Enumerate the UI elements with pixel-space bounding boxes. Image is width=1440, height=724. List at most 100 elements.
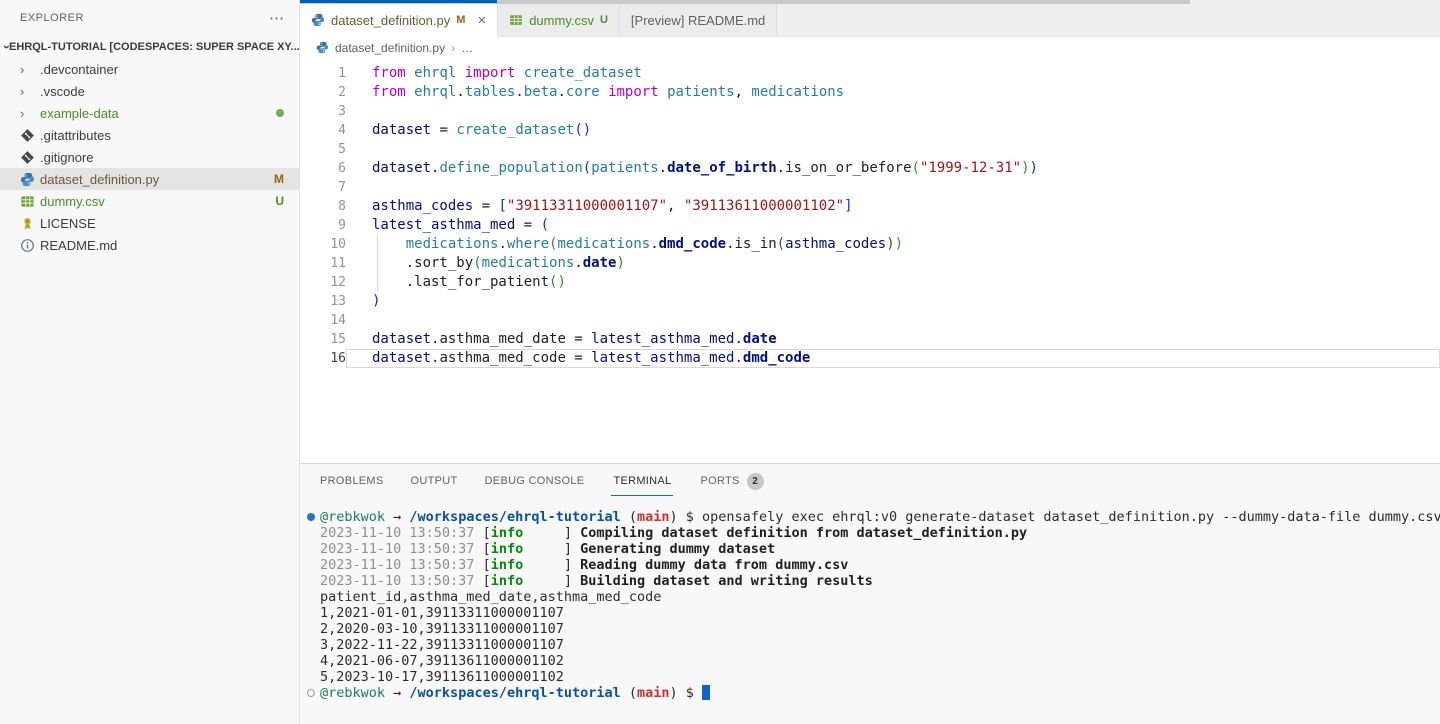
git-status-badge: [276, 106, 284, 120]
code-line[interactable]: 14: [300, 311, 1440, 330]
line-number: 6: [300, 159, 346, 178]
panel-tab-ports[interactable]: PORTS2: [700, 464, 763, 498]
explorer-sidebar: EXPLORER ⋯ › EHRQL-TUTORIAL [CODESPACES:…: [0, 0, 300, 724]
python-file-icon: [311, 13, 325, 27]
file-item--gitattributes[interactable]: .gitattributes: [0, 124, 299, 146]
code-line[interactable]: 1from ehrql import create_dataset: [300, 64, 1440, 83]
panel-tab-terminal[interactable]: TERMINAL: [611, 464, 673, 498]
panel-tab-label: PORTS: [700, 475, 739, 487]
terminal-prompt-line: @rebkwok → /workspaces/ehrql-tutorial (m…: [320, 685, 1440, 701]
terminal-output-line: 5,2023-10-17,39113611000001102: [320, 669, 1440, 685]
command-pending-icon: [307, 689, 315, 697]
file-item-dataset-definition-py[interactable]: dataset_definition.pyM: [0, 168, 299, 190]
terminal-output-line: 1,2021-01-01,39113311000001107: [320, 605, 1440, 621]
file-item-label: dummy.csv: [37, 194, 275, 209]
git-status-badge: U: [600, 14, 608, 26]
code-line-content: [346, 140, 1440, 159]
terminal-cursor: [702, 685, 710, 700]
terminal-log-line: 2023-11-10 13:50:37 [info ] Generating d…: [320, 541, 1440, 557]
git-status-badge: M: [456, 14, 465, 26]
file-tree: ›.devcontainer›.vscode›example-data.gita…: [0, 58, 299, 256]
workspace-title: EHRQL-TUTORIAL [CODESPACES: SUPER SPACE …: [9, 41, 299, 53]
code-line[interactable]: 7: [300, 178, 1440, 197]
file-item--vscode[interactable]: › .vscode: [0, 80, 299, 102]
code-line[interactable]: 11 .sort_by(medications.date): [300, 254, 1440, 273]
breadcrumb-file[interactable]: dataset_definition.py: [335, 41, 445, 55]
panel-tab-debug-console[interactable]: DEBUG CONSOLE: [485, 464, 585, 498]
file-item-dummy-csv[interactable]: dummy.csvU: [0, 190, 299, 212]
explorer-more-actions-icon[interactable]: ⋯: [269, 9, 285, 27]
file-item-license[interactable]: LICENSE: [0, 212, 299, 234]
terminal-prompt-line: @rebkwok → /workspaces/ehrql-tutorial (m…: [320, 509, 1440, 525]
file-item-label: .gitattributes: [37, 128, 299, 143]
code-line-content: .sort_by(medications.date): [346, 254, 1440, 273]
panel-tab-label: PROBLEMS: [320, 475, 384, 487]
code-line[interactable]: 8asthma_codes = ["39113311000001107", "3…: [300, 197, 1440, 216]
code-line[interactable]: 13): [300, 292, 1440, 311]
file-item-label: .vscode: [37, 84, 299, 99]
editor-tab-bar: dataset_definition.pyM×dummy.csvU[Previe…: [300, 0, 1440, 37]
close-icon[interactable]: ×: [477, 13, 486, 28]
terminal[interactable]: @rebkwok → /workspaces/ehrql-tutorial (m…: [300, 498, 1440, 724]
chevron-right-icon: ›: [20, 85, 24, 98]
panel-tab-label: TERMINAL: [611, 467, 673, 496]
bottom-panel: PROBLEMS OUTPUT DEBUG CONSOLE TERMINAL PORTS…: [300, 463, 1440, 724]
python-file-icon: [20, 172, 37, 187]
code-line[interactable]: 3: [300, 102, 1440, 121]
file-item--devcontainer[interactable]: ›.devcontainer: [0, 58, 299, 80]
csv-file-icon: [509, 13, 523, 27]
code-line[interactable]: 12 .last_for_patient(): [300, 273, 1440, 292]
file-item-readme-md[interactable]: README.md: [0, 234, 299, 256]
panel-tab-output[interactable]: OUTPUT: [411, 464, 458, 498]
line-number: 11: [300, 254, 346, 273]
git-status-badge: U: [275, 194, 284, 208]
tab-label: [Preview] README.md: [631, 13, 765, 28]
info-file-icon: [20, 238, 37, 253]
chevron-right-icon: ›: [20, 107, 24, 120]
code-line[interactable]: 9latest_asthma_med = (: [300, 216, 1440, 235]
line-number: 10: [300, 235, 346, 254]
python-file-icon: [316, 41, 329, 54]
panel-tab-problems[interactable]: PROBLEMS: [320, 464, 384, 498]
code-line[interactable]: 15dataset.asthma_med_date = latest_asthm…: [300, 330, 1440, 349]
panel-tab-label: OUTPUT: [411, 475, 458, 487]
file-item-label: .gitignore: [37, 150, 299, 165]
terminal-log-line: 2023-11-10 13:50:37 [info ] Compiling da…: [320, 525, 1440, 541]
code-editor[interactable]: 1from ehrql import create_dataset2from e…: [300, 58, 1440, 463]
panel-tab-bar: PROBLEMS OUTPUT DEBUG CONSOLE TERMINAL PORTS…: [300, 464, 1440, 498]
chevron-right-icon: ›: [20, 63, 24, 76]
vscode-window: EXPLORER ⋯ › EHRQL-TUTORIAL [CODESPACES:…: [0, 0, 1440, 724]
folder-chevron-icon: ›: [20, 85, 37, 98]
code-line[interactable]: 5: [300, 140, 1440, 159]
code-line[interactable]: 4dataset = create_dataset(): [300, 121, 1440, 140]
explorer-header: EXPLORER ⋯: [0, 0, 299, 36]
chevron-down-icon: ›: [0, 45, 14, 49]
line-number: 1: [300, 64, 346, 83]
line-number: 12: [300, 273, 346, 292]
terminal-output-line: 2,2020-03-10,39113311000001107: [320, 621, 1440, 637]
editor-tab-dataset-definition-py[interactable]: dataset_definition.pyM×: [300, 4, 498, 37]
git-file-icon: [20, 128, 37, 143]
code-line[interactable]: 16dataset.asthma_med_code = latest_asthm…: [300, 349, 1440, 368]
file-item--gitignore[interactable]: .gitignore: [0, 146, 299, 168]
code-line-content: dataset = create_dataset(): [346, 121, 1440, 140]
code-line-content: dataset.define_population(patients.date_…: [346, 159, 1440, 178]
breadcrumb-symbol[interactable]: …: [461, 41, 473, 55]
file-item-example-data[interactable]: ›example-data: [0, 102, 299, 124]
tab-label: dummy.csv: [529, 13, 594, 28]
folder-chevron-icon: ›: [20, 107, 37, 120]
code-line[interactable]: 2from ehrql.tables.beta.core import pati…: [300, 83, 1440, 102]
code-line[interactable]: 6dataset.define_population(patients.date…: [300, 159, 1440, 178]
code-line-content: latest_asthma_med = (: [346, 216, 1440, 235]
command-success-icon: [307, 513, 315, 521]
code-line-content: dataset.asthma_med_code = latest_asthma_…: [346, 349, 1440, 368]
code-line[interactable]: 10 medications.where(medications.dmd_cod…: [300, 235, 1440, 254]
code-line-content: medications.where(medications.dmd_code.i…: [346, 235, 1440, 254]
terminal-output-line: patient_id,asthma_med_date,asthma_med_co…: [320, 589, 1440, 605]
terminal-output-line: 3,2022-11-22,39113311000001107: [320, 637, 1440, 653]
line-number: 2: [300, 83, 346, 102]
workspace-section-header[interactable]: › EHRQL-TUTORIAL [CODESPACES: SUPER SPAC…: [0, 36, 299, 58]
license-file-icon: [20, 216, 37, 231]
editor-tab--preview-readme-md[interactable]: [Preview] README.md: [620, 4, 777, 36]
editor-tab-dummy-csv[interactable]: dummy.csv U: [498, 4, 620, 36]
